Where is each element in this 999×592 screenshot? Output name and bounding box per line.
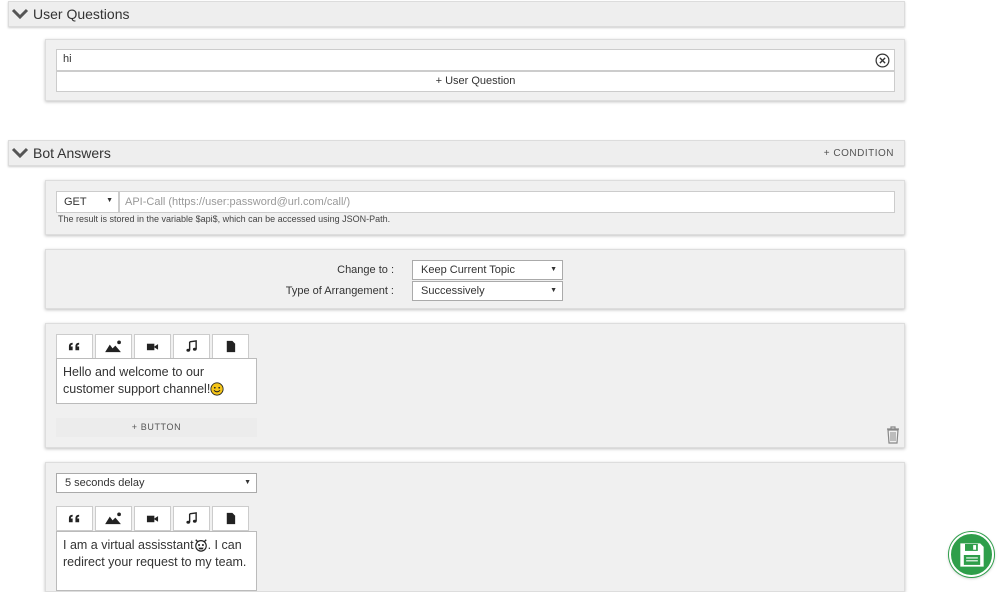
- arrangement-type-select[interactable]: Successively ▼: [412, 281, 563, 301]
- api-call-input[interactable]: API-Call (https://user:password@url.com/…: [119, 191, 895, 213]
- tab-file[interactable]: [212, 334, 249, 359]
- media-tabs: [56, 334, 251, 359]
- chevron-down-icon[interactable]: [11, 146, 29, 160]
- media-tabs: [56, 506, 251, 531]
- change-to-value: Keep Current Topic: [421, 264, 515, 276]
- add-condition-button[interactable]: + CONDITION: [824, 148, 894, 159]
- change-to-label: Change to :: [337, 264, 394, 276]
- tab-audio[interactable]: [173, 506, 210, 531]
- chevron-down-icon[interactable]: [11, 7, 29, 21]
- answer-card: 5 seconds delay ▼ I am a virtual assisst…: [45, 462, 905, 592]
- answer-text-part1: I am a virtual assisstant: [63, 538, 194, 552]
- music-icon: [186, 340, 197, 352]
- dropdown-arrow-icon: ▼: [550, 287, 557, 294]
- api-method-select[interactable]: GET ▼: [56, 191, 119, 213]
- user-questions-header[interactable]: User Questions: [8, 1, 905, 27]
- add-button-button[interactable]: + BUTTON: [56, 418, 257, 437]
- quote-icon: [68, 342, 80, 351]
- delay-select[interactable]: 5 seconds delay ▼: [56, 473, 257, 493]
- arrangement-type-label: Type of Arrangement :: [285, 285, 394, 297]
- dropdown-arrow-icon: ▼: [550, 266, 557, 273]
- tab-file[interactable]: [212, 506, 249, 531]
- arrangement-card: Change to : Keep Current Topic ▼ Type of…: [45, 249, 905, 309]
- tab-image[interactable]: [95, 334, 132, 359]
- section-title: User Questions: [33, 6, 130, 22]
- video-icon: [146, 343, 159, 351]
- api-note: The result is stored in the variable $ap…: [58, 214, 391, 224]
- api-call-card: GET ▼ API-Call (https://user:password@ur…: [45, 180, 905, 235]
- dropdown-arrow-icon: ▼: [244, 479, 251, 486]
- answer-text: Hello and welcome to our customer suppor…: [63, 365, 211, 396]
- music-icon: [186, 512, 197, 524]
- answer-text-bubble[interactable]: I am a virtual assisstant. I can redirec…: [56, 531, 257, 591]
- delay-value: 5 seconds delay: [65, 477, 145, 489]
- tab-text[interactable]: [56, 334, 93, 359]
- change-to-select[interactable]: Keep Current Topic ▼: [412, 260, 563, 280]
- section-title: Bot Answers: [33, 145, 111, 161]
- save-button[interactable]: [949, 532, 994, 577]
- api-method-value: GET: [64, 196, 87, 208]
- answer-text-bubble[interactable]: Hello and welcome to our customer suppor…: [56, 358, 257, 404]
- dropdown-arrow-icon: ▼: [106, 197, 113, 204]
- image-icon: [105, 340, 121, 353]
- quote-icon: [68, 514, 80, 523]
- floppy-disk-icon: [959, 542, 984, 567]
- bot-answers-header[interactable]: Bot Answers + CONDITION: [8, 140, 905, 166]
- file-icon: [226, 512, 236, 525]
- arrangement-type-value: Successively: [421, 285, 485, 297]
- tab-video[interactable]: [134, 506, 171, 531]
- smile-emoji-icon: [210, 382, 224, 396]
- tab-video[interactable]: [134, 334, 171, 359]
- tab-text[interactable]: [56, 506, 93, 531]
- robot-emoji-icon: [194, 539, 207, 552]
- answer-card: Hello and welcome to our customer suppor…: [45, 323, 905, 448]
- user-question-input[interactable]: hi: [56, 49, 895, 71]
- tab-image[interactable]: [95, 506, 132, 531]
- tab-audio[interactable]: [173, 334, 210, 359]
- file-icon: [226, 340, 236, 353]
- trash-icon[interactable]: [886, 426, 900, 444]
- clear-icon[interactable]: [875, 53, 890, 68]
- user-questions-card: hi + User Question: [45, 39, 905, 101]
- video-icon: [146, 515, 159, 523]
- add-user-question-button[interactable]: + User Question: [56, 71, 895, 92]
- image-icon: [105, 512, 121, 525]
